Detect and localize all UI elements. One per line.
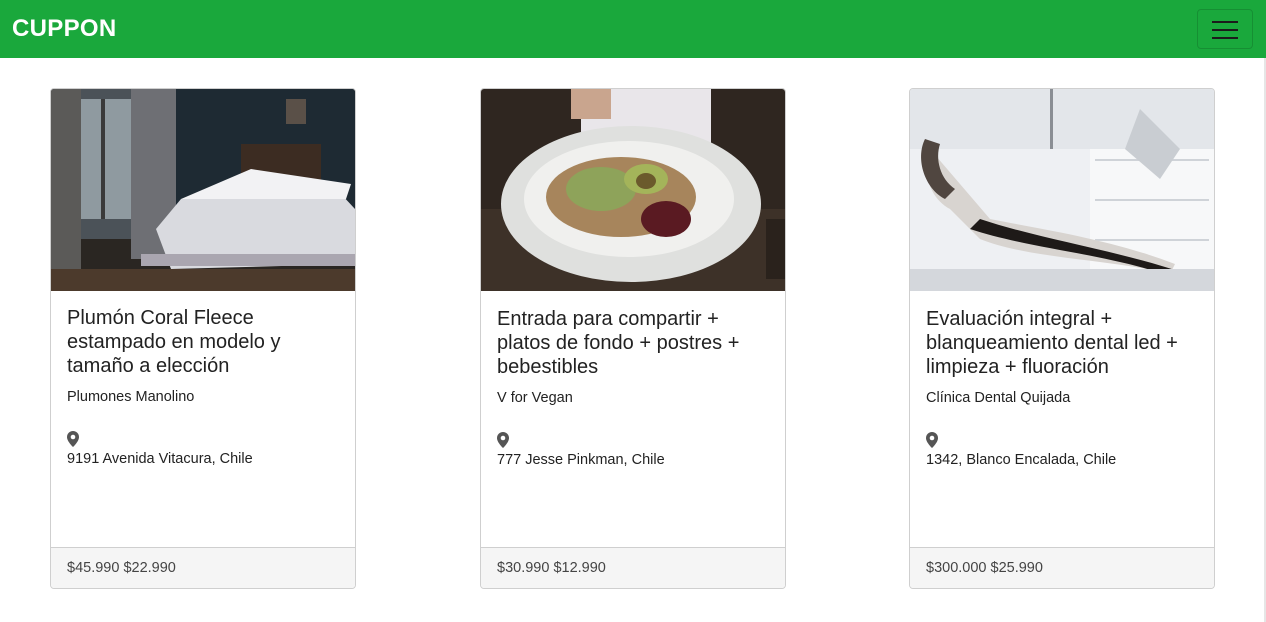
brand-logo[interactable]: CUPPON [12, 14, 116, 44]
card-footer: $45.990 $22.990 [51, 547, 355, 588]
deal-price: $300.000 $25.990 [926, 560, 1043, 576]
deal-image[interactable] [910, 89, 1214, 291]
map-pin-icon [926, 432, 938, 448]
deal-address: 9191 Avenida Vitacura, Chile [67, 451, 253, 467]
map-pin-icon [497, 432, 509, 448]
map-pin-icon [67, 431, 79, 447]
hamburger-menu-icon [1212, 21, 1238, 39]
deal-price: $30.990 $12.990 [497, 560, 606, 576]
company-name: Clínica Dental Quijada [926, 390, 1071, 406]
deal-image[interactable] [51, 89, 355, 291]
deal-title[interactable]: Evaluación integral + blanqueamiento den… [926, 307, 1201, 379]
company-name: V for Vegan [497, 390, 573, 406]
company-name: Plumones Manolino [67, 389, 195, 405]
deal-title[interactable]: Plumón Coral Fleece estampado en modelo … [67, 306, 342, 378]
deal-card[interactable]: Entrada para compartir + platos de fondo… [480, 88, 786, 589]
deal-card[interactable]: Plumón Coral Fleece estampado en modelo … [50, 88, 356, 589]
deal-card[interactable]: Evaluación integral + blanqueamiento den… [909, 88, 1215, 589]
top-navbar: CUPPON [0, 0, 1266, 58]
deal-address: 777 Jesse Pinkman, Chile [497, 452, 665, 468]
card-footer: $30.990 $12.990 [481, 547, 785, 588]
deal-price: $45.990 $22.990 [67, 560, 176, 576]
deal-title[interactable]: Entrada para compartir + platos de fondo… [497, 307, 772, 379]
navbar-toggle-button[interactable] [1197, 9, 1253, 49]
deal-image[interactable] [481, 89, 785, 291]
card-footer: $300.000 $25.990 [910, 547, 1214, 588]
deal-address: 1342, Blanco Encalada, Chile [926, 452, 1117, 468]
